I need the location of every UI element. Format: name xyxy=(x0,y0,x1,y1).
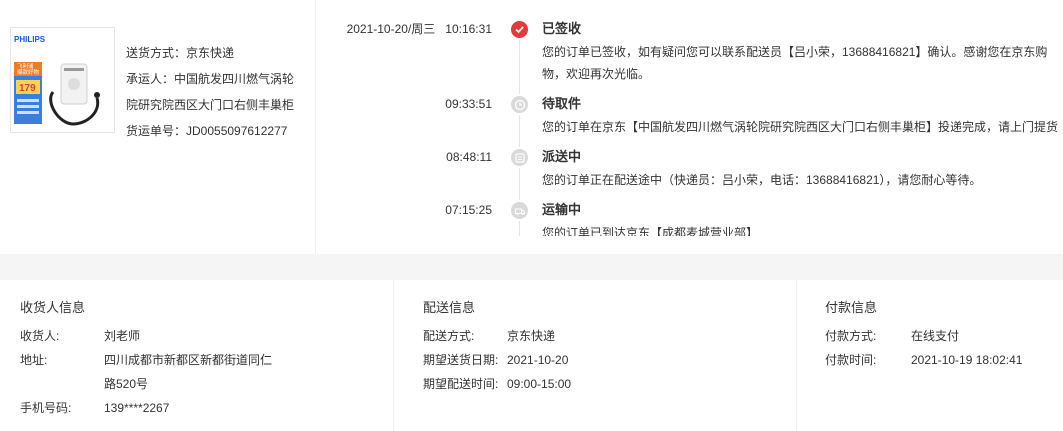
portable-speaker-product-image: PHILIPS 飞利浦 爆款好物 179 xyxy=(14,35,100,126)
receiver-name-label: 收货人: xyxy=(20,329,60,343)
product-price: 179 xyxy=(19,83,36,94)
receiver-address-line-1: 四川成都市新都区新都街道同仁 xyxy=(104,353,273,367)
receiver-address-line-2: 路520号 xyxy=(104,377,149,391)
timeline-datetime: 09:33:51 xyxy=(445,97,492,111)
receiver-title: 收货人信息 xyxy=(20,300,86,315)
delivery-date-label: 期望送货日期: xyxy=(423,353,499,367)
timeline-datetime: 07:15:25 xyxy=(445,203,492,217)
receiver-name: 刘老师 xyxy=(104,329,141,343)
order-tracking-section: PHILIPS 飞利浦 爆款好物 179 送货方式：京东快递 承运人：中国航发四… xyxy=(0,0,1063,254)
payment-method: 在线支付 xyxy=(911,329,960,343)
payment-method-label: 付款方式: xyxy=(825,329,877,343)
timeline-title: 派送中 xyxy=(542,149,582,164)
timeline-desc: 您的订单已签收，如有疑问您可以联系配送员【吕小荣，13688416821】确认。… xyxy=(542,45,1048,81)
delivery-info: 配送信息 配送方式: 京东快递 期望送货日期: 2021-10-20 期望配送时… xyxy=(393,280,795,431)
timeline-title: 运输中 xyxy=(542,202,582,217)
tracking-timeline[interactable]: 2021-10-20/周三 10:16:31 已签收 您的订单已签收，如有疑问您… xyxy=(316,0,1063,236)
timeline-desc: 您的订单已到达京东【成都麦城营业部】 xyxy=(542,226,759,236)
timeline-desc: 您的订单在京东【中国航发四川燃气涡轮院研究院西区大门口右侧丰巢柜】投递完成，请上… xyxy=(542,120,1059,134)
receiver-phone-label: 手机号码: xyxy=(20,401,72,415)
timeline-datetime: 2021-10-20/周三 10:16:31 xyxy=(346,22,492,36)
payment-time: 2021-10-19 18:02:41 xyxy=(911,353,1023,367)
promo-line-1: 飞利浦 xyxy=(17,62,34,70)
check-icon xyxy=(509,19,530,40)
payment-info: 付款信息 付款方式: 在线支付 付款时间: 2021-10-19 18:02:4… xyxy=(796,280,1063,431)
brand-logo-text: PHILIPS xyxy=(14,35,46,44)
receiver-phone: 139****2267 xyxy=(104,401,170,415)
shipping-info: 送货方式：京东快递 承运人：中国航发四川燃气涡轮 院研究院西区大门口右侧丰巢柜 … xyxy=(126,40,306,144)
payment-time-label: 付款时间: xyxy=(825,353,877,367)
truck-icon xyxy=(509,200,530,221)
clock-icon xyxy=(509,94,530,115)
tracking-number: 货运单号：JD0055097612277 xyxy=(126,124,288,138)
delivery-date: 2021-10-20 xyxy=(507,353,569,367)
receiver-address-label: 地址: xyxy=(20,353,48,367)
timeline-desc: 您的订单正在配送途中（快递员：吕小荣，电话：13688416821），请您耐心等… xyxy=(542,173,982,187)
section-separator-band xyxy=(0,254,1063,280)
delivery-method-label: 配送方式: xyxy=(423,329,475,343)
carrier-line-2: 院研究院西区大门口右侧丰巢柜 xyxy=(126,98,295,112)
delivery-time: 09:00-15:00 xyxy=(507,377,572,391)
timeline-title: 待取件 xyxy=(542,96,582,111)
delivery-time-label: 期望配送时间: xyxy=(423,377,499,391)
payment-title: 付款信息 xyxy=(825,300,878,315)
delivery-title: 配送信息 xyxy=(423,300,476,315)
order-info-panel: 收货人信息 收货人: 刘老师 地址: 四川成都市新都区新都街道同仁 路520号 … xyxy=(0,280,1063,431)
timeline-title: 已签收 xyxy=(542,21,582,36)
delivery-method: 京东快递 xyxy=(507,329,556,343)
timeline-datetime: 08:48:11 xyxy=(446,150,492,164)
product-thumbnail[interactable]: PHILIPS 飞利浦 爆款好物 179 xyxy=(10,27,115,133)
receiver-info: 收货人信息 收货人: 刘老师 地址: 四川成都市新都区新都街道同仁 路520号 … xyxy=(0,280,392,431)
courier-icon xyxy=(509,147,530,168)
shipping-method: 送货方式：京东快递 xyxy=(126,46,235,60)
carrier-line-1: 承运人：中国航发四川燃气涡轮 xyxy=(126,72,295,86)
promo-line-2: 爆款好物 xyxy=(17,68,40,76)
